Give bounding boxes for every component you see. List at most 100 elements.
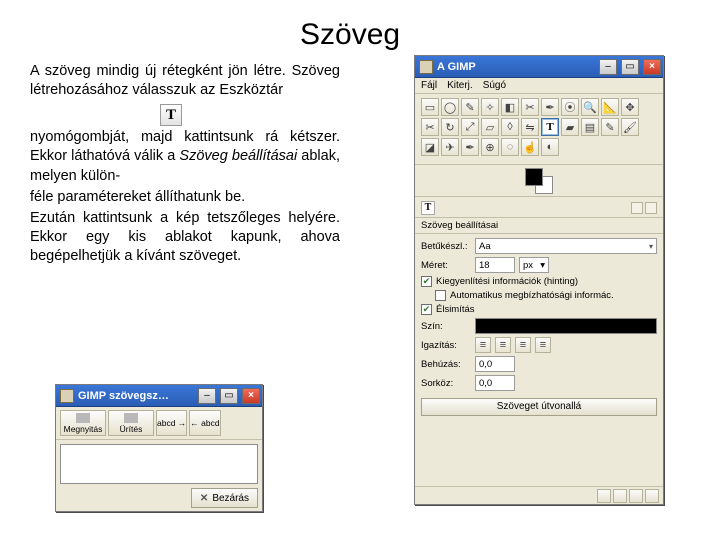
tool-free-select[interactable]: ✎ xyxy=(461,98,479,116)
text-to-path-button[interactable]: Szöveget útvonallá xyxy=(421,398,657,416)
text-tool-icon: T xyxy=(160,104,182,126)
editor-footer: ✕Bezárás xyxy=(56,488,262,511)
maximize-button[interactable]: ▭ xyxy=(621,59,639,75)
tool-color-picker[interactable]: ⦿ xyxy=(561,98,579,116)
fg-color[interactable] xyxy=(525,168,543,186)
para-2: nyomógombját, majd kattintsunk rá kétsze… xyxy=(30,128,340,185)
chevron-down-icon: ▾ xyxy=(540,260,545,271)
tool-color-select[interactable]: ◧ xyxy=(501,98,519,116)
tool-ink[interactable]: ✒ xyxy=(461,138,479,156)
size-label: Méret: xyxy=(421,260,471,271)
tool-scale[interactable]: ⤢ xyxy=(461,118,479,136)
justify-center[interactable]: ≡ xyxy=(515,337,531,353)
tool-clone[interactable]: ⊕ xyxy=(481,138,499,156)
para-3: féle paramétereket állíthatunk be. xyxy=(30,188,340,207)
tool-perspective[interactable]: ◊ xyxy=(501,118,519,136)
tool-measure[interactable]: 📐 xyxy=(601,98,619,116)
tool-options-header: T xyxy=(415,197,663,218)
justify-label: Igazítás: xyxy=(421,340,471,351)
settings-window-name: Szöveg beállításai xyxy=(179,148,297,164)
tool-shear[interactable]: ▱ xyxy=(481,118,499,136)
text-editor-dialog: GIMP szövegsz… – ▭ × Megnyitás Ürítés ab… xyxy=(55,384,263,512)
tool-zoom[interactable]: 🔍 xyxy=(581,98,599,116)
maximize-button[interactable]: ▭ xyxy=(220,388,238,404)
tool-paintbrush[interactable]: 🖌 xyxy=(621,118,639,136)
folder-icon xyxy=(76,413,90,423)
tool-options-title: Szöveg beállításai xyxy=(415,218,663,234)
text-color-swatch[interactable] xyxy=(475,318,657,334)
rtl-button[interactable]: ← abcd xyxy=(189,410,220,436)
close-button[interactable]: × xyxy=(242,388,260,404)
tool-dodge[interactable]: ◐ xyxy=(541,138,559,156)
menubar: Fájl Kiterj. Súgó xyxy=(415,78,663,94)
antialias-checkbox[interactable]: ✔ xyxy=(421,304,432,315)
justify-right[interactable]: ≡ xyxy=(495,337,511,353)
para-4: Ezután kattintsunk a kép tetszőleges hel… xyxy=(30,209,340,266)
page-title: Szöveg xyxy=(300,18,400,52)
minimize-button[interactable]: – xyxy=(599,59,617,75)
reset-options-icon[interactable] xyxy=(645,489,659,503)
menu-file[interactable]: Fájl xyxy=(421,80,437,91)
restore-options-icon[interactable] xyxy=(613,489,627,503)
font-field[interactable]: Aa▾ xyxy=(475,238,657,254)
tool-bucket[interactable]: ▰ xyxy=(561,118,579,136)
editor-close-button[interactable]: ✕Bezárás xyxy=(191,488,258,508)
delete-options-icon[interactable] xyxy=(629,489,643,503)
editor-titlebar: GIMP szövegsz… – ▭ × xyxy=(56,385,262,407)
indent-label: Behúzás: xyxy=(421,359,471,370)
size-field[interactable]: 18 xyxy=(475,257,515,273)
justify-fill[interactable]: ≡ xyxy=(535,337,551,353)
tool-eraser[interactable]: ◪ xyxy=(421,138,439,156)
tool-rotate[interactable]: ↻ xyxy=(441,118,459,136)
tool-flip[interactable]: ⇋ xyxy=(521,118,539,136)
menu-help[interactable]: Súgó xyxy=(483,80,506,91)
tool-crop[interactable]: ✂ xyxy=(421,118,439,136)
text-tool-tab-icon[interactable]: T xyxy=(421,201,435,215)
editor-toolbar: Megnyitás Ürítés abcd → ← abcd xyxy=(56,407,262,440)
justify-left[interactable]: ≡ xyxy=(475,337,491,353)
fg-bg-swatches[interactable] xyxy=(525,168,553,194)
minimize-button[interactable]: – xyxy=(198,388,216,404)
tab-close-icon[interactable] xyxy=(645,202,657,214)
clear-icon xyxy=(124,413,138,423)
color-label: Szín: xyxy=(421,321,471,332)
tool-move[interactable]: ✥ xyxy=(621,98,639,116)
menu-xtns[interactable]: Kiterj. xyxy=(447,80,473,91)
close-button[interactable]: × xyxy=(643,59,661,75)
autohint-label: Automatikus megbízhatósági informác. xyxy=(450,290,614,301)
size-unit[interactable]: px▾ xyxy=(519,257,549,273)
tool-blur[interactable]: ◌ xyxy=(501,138,519,156)
tool-options-footer xyxy=(415,486,663,504)
autohint-checkbox[interactable] xyxy=(435,290,446,301)
body-text: A szöveg mindig új rétegként jön létre. … xyxy=(30,62,340,268)
color-swatches xyxy=(415,165,663,197)
tool-smudge[interactable]: ☝ xyxy=(521,138,539,156)
tool-ellipse-select[interactable]: ◯ xyxy=(441,98,459,116)
tool-pencil[interactable]: ✎ xyxy=(601,118,619,136)
tool-rect-select[interactable]: ▭ xyxy=(421,98,439,116)
tab-menu-icon[interactable] xyxy=(631,202,643,214)
open-button[interactable]: Megnyitás xyxy=(60,410,106,436)
toolbox-title: A GIMP xyxy=(437,61,595,73)
linespacing-label: Sorköz: xyxy=(421,378,471,389)
linespacing-field[interactable]: 0,0 xyxy=(475,375,515,391)
editor-textarea[interactable] xyxy=(60,444,258,484)
tool-text[interactable]: T xyxy=(541,118,559,136)
tool-scissors[interactable]: ✂ xyxy=(521,98,539,116)
dropdown-icon: ▾ xyxy=(649,242,653,251)
app-icon xyxy=(60,389,74,403)
indent-field[interactable]: 0,0 xyxy=(475,356,515,372)
tool-airbrush[interactable]: ✈ xyxy=(441,138,459,156)
antialias-label: Élsimítás xyxy=(436,304,475,315)
hinting-checkbox[interactable]: ✔ xyxy=(421,276,432,287)
app-icon xyxy=(419,60,433,74)
font-label: Betűkészl.: xyxy=(421,241,471,252)
tool-fuzzy-select[interactable]: ✧ xyxy=(481,98,499,116)
tool-grid: ▭ ◯ ✎ ✧ ◧ ✂ ✒ ⦿ 🔍 📐 ✥ ✂ ↻ ⤢ ▱ ◊ ⇋ T ▰ ▤ … xyxy=(415,94,663,165)
tool-blend[interactable]: ▤ xyxy=(581,118,599,136)
ltr-button[interactable]: abcd → xyxy=(156,410,187,436)
clear-button[interactable]: Ürítés xyxy=(108,410,154,436)
tool-options-body: Betűkészl.: Aa▾ Méret: 18 px▾ ✔ Kiegyenl… xyxy=(415,234,663,486)
tool-paths[interactable]: ✒ xyxy=(541,98,559,116)
save-options-icon[interactable] xyxy=(597,489,611,503)
